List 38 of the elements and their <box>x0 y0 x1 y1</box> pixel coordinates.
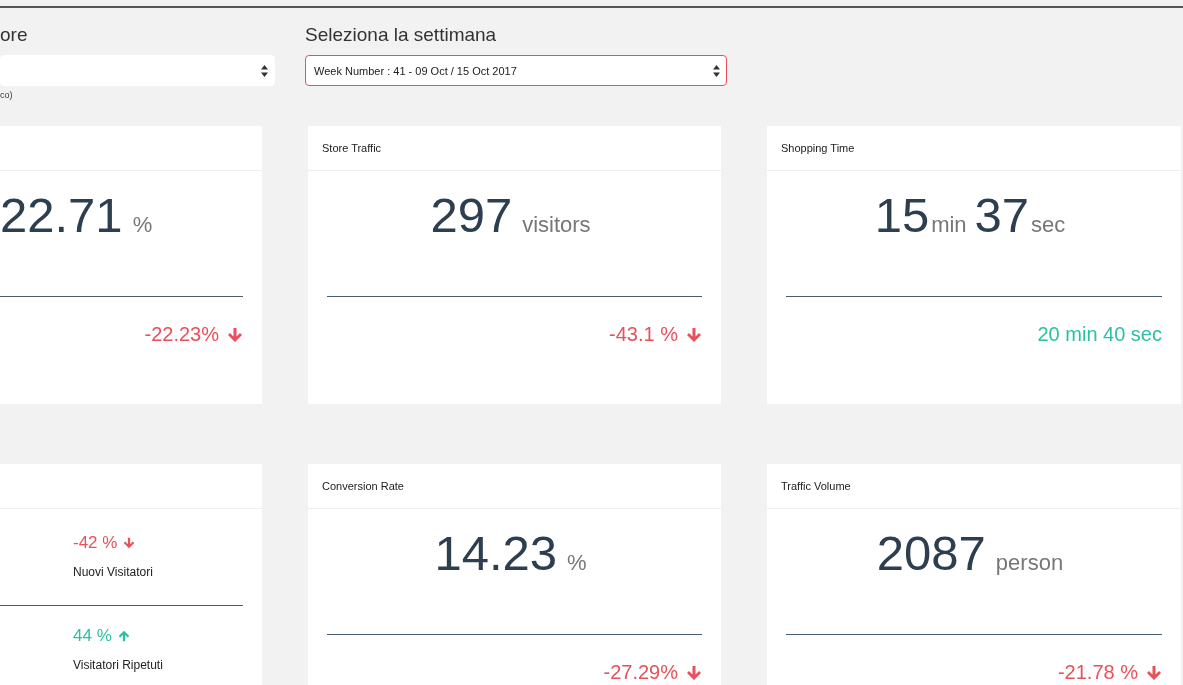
metric-label: Visitatori Ripetuti <box>73 658 164 672</box>
sort-arrows-icon <box>713 64 720 77</box>
metric-value: 37 <box>974 187 1030 243</box>
card-title: Store Traffic <box>322 142 382 154</box>
select-field[interactable]: Week Number : 41 - 09 Oct / 15 Oct 2017 <box>305 55 727 86</box>
metric-value: 14.23 <box>434 525 558 581</box>
arrow-down-icon <box>227 326 243 343</box>
card-title: Traffic Volume <box>781 480 851 492</box>
filter-label: Seleziona la settimana <box>305 23 497 47</box>
metric-unit: % <box>132 212 153 238</box>
sort-arrows-icon <box>261 64 268 77</box>
metric-unit: sec <box>1031 212 1066 238</box>
metric-unit: person <box>995 550 1064 576</box>
filter-label: ore <box>0 23 28 47</box>
card-title: Shopping Time <box>781 142 855 154</box>
arrow-down-icon <box>686 326 702 343</box>
change-value: -43.1 % <box>609 323 678 346</box>
change-value: -22.23% <box>144 323 219 346</box>
arrow-down-icon <box>123 537 136 549</box>
change-value: -42 % <box>73 533 118 553</box>
metric-value: 22.71 <box>0 187 123 243</box>
metric-unit: min <box>931 212 967 238</box>
change-value: -21.78 % <box>1057 661 1138 684</box>
metric-label: Nuovi Visitatori <box>73 565 154 579</box>
metric-unit: % <box>567 550 587 576</box>
field-note: co) <box>0 90 13 100</box>
arrow-down-icon <box>686 664 702 681</box>
change-value: 44 % <box>73 626 112 646</box>
change-value: -27.29% <box>603 661 678 684</box>
metric-unit: visitors <box>522 212 591 238</box>
metric-value: 297 <box>430 187 513 243</box>
arrow-up-icon <box>117 630 130 642</box>
card-title: Conversion Rate <box>322 480 404 492</box>
metric-value: 15 <box>874 187 930 243</box>
change-value: 20 min 40 sec <box>1037 323 1162 346</box>
arrow-down-icon <box>1146 664 1162 681</box>
metric-value: 2087 <box>876 525 986 581</box>
select-field[interactable] <box>0 55 275 86</box>
